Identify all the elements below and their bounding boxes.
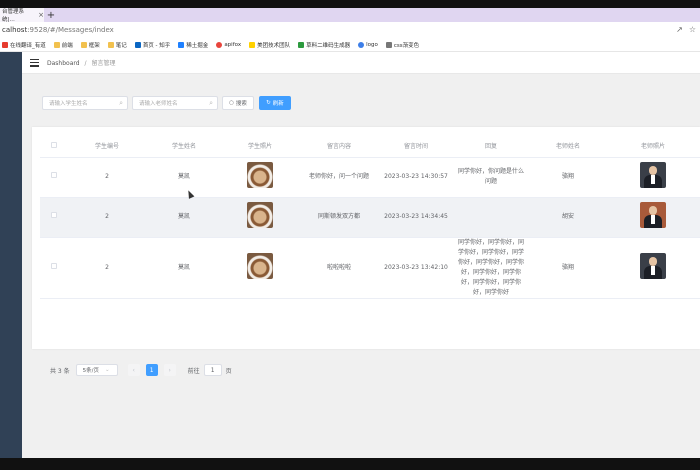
- search-icon: ○: [229, 100, 234, 106]
- hamburger-icon[interactable]: [30, 58, 39, 67]
- student-photo: [247, 202, 273, 228]
- qrcode-icon: [298, 41, 305, 48]
- search-panel: 请输入学生姓名 ⌕ 请输入老师姓名 ⌕ ○ 搜索 ↻ 刷新: [32, 84, 700, 118]
- student-photo: [247, 162, 273, 188]
- bookmark-item[interactable]: 美团技术团队: [249, 41, 290, 49]
- juejin-icon: [178, 41, 185, 48]
- main-area: Dashboard / 留言管理 请输入学生姓名 ⌕ 请输入老师姓名 ⌕ ○ 搜…: [22, 52, 700, 458]
- row-checkbox[interactable]: [51, 212, 57, 218]
- teacher-name-input[interactable]: 请输入老师姓名 ⌕: [132, 96, 218, 110]
- youdao-icon: [2, 41, 8, 48]
- address-bar[interactable]: calhost:9528/#/Messages/index ↗ ☆: [0, 22, 700, 38]
- column-header: 回复: [452, 135, 530, 158]
- table-row[interactable]: 2 莫凯 同斯顿发双方都 2023-03-23 14:34:45 胡安: [40, 197, 700, 238]
- search-icon: ⌕: [209, 99, 213, 107]
- goto-label: 前往: [187, 367, 200, 375]
- bookmarks-bar: 在线翻译_有道 前端 框架 笔记 首页 - 知乎 稀土掘金 apifox 美团技…: [0, 38, 700, 52]
- bookmark-item[interactable]: 草料二维码生成器: [298, 41, 350, 49]
- teacher-photo: [640, 162, 666, 188]
- folder-icon: [80, 41, 87, 48]
- row-checkbox[interactable]: [51, 262, 57, 269]
- bookmark-item[interactable]: 框架: [80, 41, 100, 49]
- new-tab-icon[interactable]: +: [44, 8, 58, 22]
- apifox-icon: [216, 41, 223, 48]
- sidebar: [0, 52, 22, 458]
- browser-tab[interactable]: 台管理系统|… ×: [0, 8, 44, 23]
- browser-tab-bar: 台管理系统|… × +: [0, 8, 700, 23]
- next-page-button[interactable]: ›: [163, 364, 176, 376]
- column-header: 学生姓名: [146, 135, 222, 158]
- bookmark-item[interactable]: 前端: [53, 41, 73, 49]
- message-table-card: 学生编号 学生姓名 学生照片 留言内容 留言时间 回复 老师姓名 老师照片 2 …: [32, 127, 700, 376]
- table-row[interactable]: 2 莫凯 啦啦啦啦 2023-03-23 13:42:10 同学你好，同学你好，…: [40, 237, 700, 299]
- select-all-checkbox[interactable]: [51, 141, 57, 148]
- folder-icon: [53, 41, 60, 48]
- row-checkbox[interactable]: [51, 172, 57, 178]
- refresh-button[interactable]: ↻ 刷新: [259, 96, 291, 110]
- tab-title: 台管理系统|…: [2, 9, 25, 23]
- column-header: 学生编号: [68, 135, 146, 158]
- column-header: 留言时间: [380, 135, 452, 158]
- bookmark-item[interactable]: logo: [358, 41, 378, 48]
- column-header: 老师照片: [606, 135, 700, 158]
- page-jump-input[interactable]: 1: [203, 364, 222, 376]
- page-size-select[interactable]: 5条/页 ⌄: [75, 364, 118, 376]
- prev-page-button[interactable]: ‹: [127, 364, 140, 376]
- breadcrumb-current: 留言管理: [91, 60, 116, 67]
- pagination: 共 3 条 5条/页 ⌄ ‹ 1 › 前往 1 页: [50, 363, 232, 377]
- navbar: Dashboard / 留言管理: [22, 52, 700, 74]
- table-header-row: 学生编号 学生姓名 学生照片 留言内容 留言时间 回复 老师姓名 老师照片: [40, 135, 700, 158]
- breadcrumb: Dashboard / 留言管理: [47, 60, 116, 67]
- teacher-photo: [640, 202, 666, 228]
- page-unit-label: 页: [225, 367, 232, 375]
- page-1-button[interactable]: 1: [145, 364, 158, 376]
- chevron-down-icon: ⌄: [105, 367, 110, 373]
- column-header: 学生照片: [222, 135, 298, 158]
- table-row[interactable]: 2 莫凯 老师你好，问一个问题 2023-03-23 14:30:57 同学你好…: [40, 157, 700, 198]
- folder-icon: [107, 41, 114, 48]
- message-table: 学生编号 学生姓名 学生照片 留言内容 留言时间 回复 老师姓名 老师照片 2 …: [40, 135, 700, 299]
- student-name-input[interactable]: 请输入学生姓名 ⌕: [42, 96, 128, 110]
- meituan-icon: [249, 41, 256, 48]
- search-icon: ⌕: [119, 99, 123, 107]
- page-icon: [385, 41, 392, 48]
- column-header: 留言内容: [298, 135, 380, 158]
- url-text: calhost:9528/#/Messages/index: [2, 26, 114, 34]
- star-icon[interactable]: ☆: [689, 25, 696, 34]
- share-icon[interactable]: ↗: [676, 25, 683, 34]
- bookmark-item[interactable]: 首页 - 知乎: [134, 41, 170, 49]
- bookmark-item[interactable]: apifox: [216, 41, 241, 48]
- breadcrumb-home[interactable]: Dashboard: [47, 60, 80, 67]
- teacher-photo: [640, 252, 666, 279]
- bookmark-item[interactable]: css渐变色: [385, 41, 419, 49]
- search-button[interactable]: ○ 搜索: [222, 96, 254, 110]
- close-icon[interactable]: ×: [38, 11, 44, 19]
- student-photo: [247, 252, 273, 279]
- pagination-total: 共 3 条: [50, 367, 70, 375]
- bookmark-item[interactable]: 在线翻译_有道: [2, 41, 46, 49]
- globe-icon: [358, 41, 365, 48]
- column-header: 老师姓名: [530, 135, 606, 158]
- bookmark-item[interactable]: 笔记: [107, 41, 127, 49]
- refresh-icon: ↻: [266, 100, 271, 106]
- bookmark-item[interactable]: 稀土掘金: [178, 41, 208, 49]
- zhihu-icon: [134, 41, 141, 48]
